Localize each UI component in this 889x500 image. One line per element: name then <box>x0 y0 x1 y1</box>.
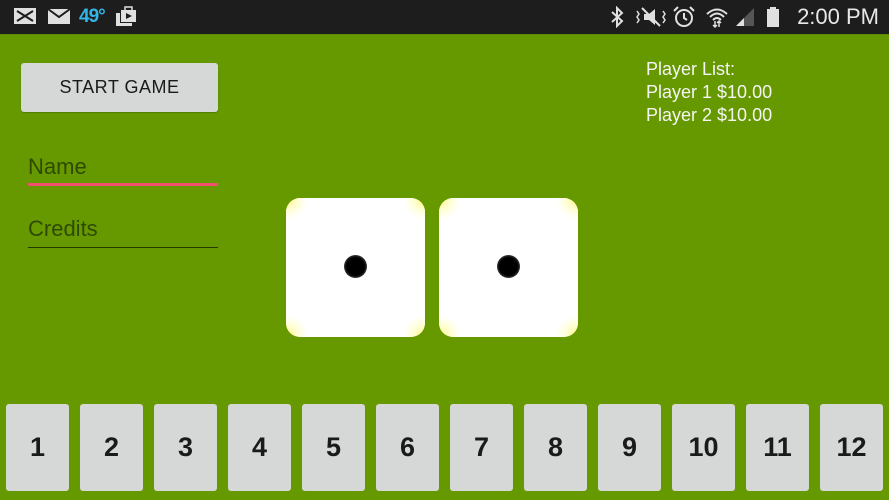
die-pip <box>497 255 520 278</box>
player-entry: Player 2 $10.00 <box>646 105 773 125</box>
signal-icon <box>734 6 756 33</box>
email-icon <box>47 6 71 31</box>
number-button-8[interactable]: 8 <box>524 404 587 491</box>
number-button-5[interactable]: 5 <box>302 404 365 491</box>
die-pip <box>344 255 367 278</box>
alarm-icon <box>672 6 696 33</box>
name-underline <box>28 183 218 186</box>
player-list: Player List: Player 1 $10.00 Player 2 $1… <box>646 58 772 127</box>
die-1[interactable] <box>286 198 425 337</box>
clock: 2:00 PM <box>797 4 879 29</box>
number-button-11[interactable]: 11 <box>746 404 809 491</box>
number-button-2[interactable]: 2 <box>80 404 143 491</box>
player-entry: Player 1 $10.00 <box>646 82 773 102</box>
battery-icon <box>765 6 781 33</box>
number-button-10[interactable]: 10 <box>672 404 735 491</box>
die-2[interactable] <box>439 198 578 337</box>
name-field[interactable] <box>28 150 218 186</box>
credits-field[interactable] <box>28 212 218 248</box>
credits-input[interactable] <box>28 212 218 246</box>
bluetooth-icon <box>608 5 626 33</box>
start-game-button[interactable]: START GAME <box>21 63 218 112</box>
weather-temperature: 49° <box>79 6 106 27</box>
number-button-6[interactable]: 6 <box>376 404 439 491</box>
number-button-1[interactable]: 1 <box>6 404 69 491</box>
name-input[interactable] <box>28 150 218 184</box>
number-button-9[interactable]: 9 <box>598 404 661 491</box>
number-button-3[interactable]: 3 <box>154 404 217 491</box>
number-button-12[interactable]: 12 <box>820 404 883 491</box>
number-button-7[interactable]: 7 <box>450 404 513 491</box>
player-list-title: Player List: <box>646 59 736 79</box>
number-button-4[interactable]: 4 <box>228 404 291 491</box>
status-bar: 49° 2:00 PM <box>0 0 889 35</box>
wifi-icon <box>705 6 729 33</box>
media-icon <box>114 6 138 33</box>
credits-underline <box>28 247 218 248</box>
missed-call-icon <box>13 6 37 31</box>
vibrate-mute-icon <box>634 6 668 33</box>
